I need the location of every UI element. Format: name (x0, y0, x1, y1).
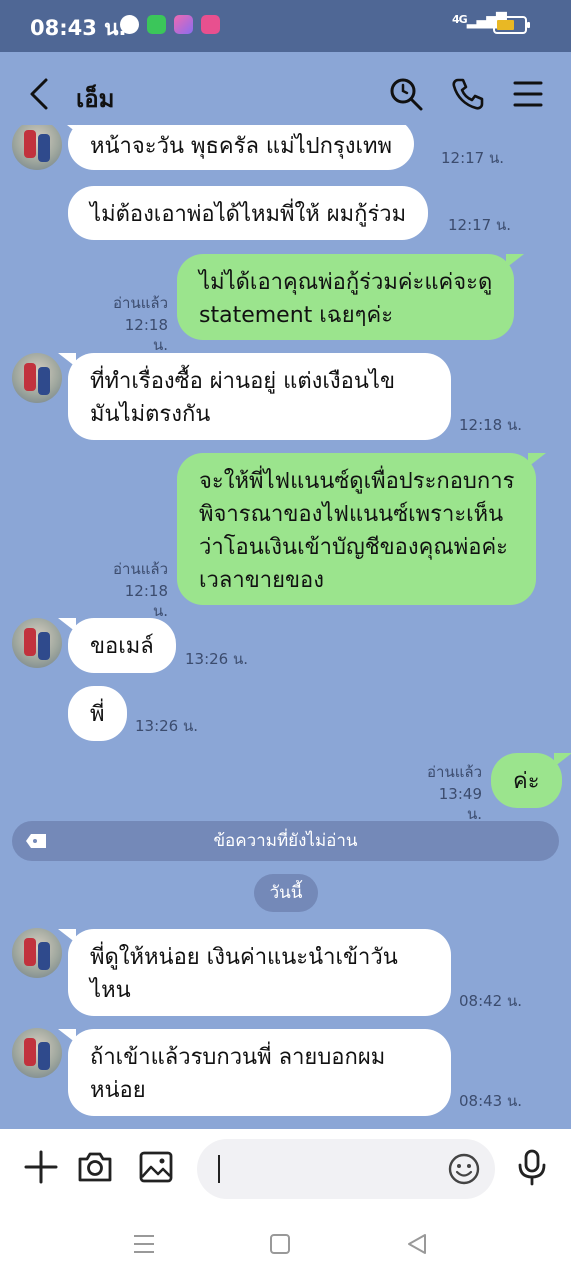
line-notification-icon (120, 15, 139, 34)
shortcut-notification-icon (174, 15, 193, 34)
message-time: 12:18 น. (459, 416, 523, 434)
message-bubble[interactable]: ขอเมล์ (58, 618, 176, 673)
message-time: 08:42 น. (459, 992, 523, 1010)
message-time: 12:18 น. (124, 582, 168, 620)
battery-icon (493, 16, 530, 34)
message-bubble[interactable]: ค่ะ (491, 753, 571, 808)
phone-icon[interactable] (448, 74, 488, 114)
plus-icon[interactable] (21, 1147, 61, 1187)
message-text: statement เฉยๆค่ะ (199, 303, 394, 328)
message-text: จะให้พี่ไฟแนนซ์ดูเพื่อประกอบการ (199, 469, 515, 494)
message-time: 13:26 น. (185, 650, 249, 668)
back-icon[interactable] (22, 74, 58, 114)
message-text: ว่าโอนเงินเข้าบัญชีของคุณพ่อค่ะ (199, 535, 508, 560)
contact-avatar[interactable] (12, 125, 62, 170)
read-receipt: อ่านแล้ว (113, 560, 168, 578)
message-text: ที่ทำเรื่องซื้อ ผ่านอยู่ แต่งเงือนไข (90, 369, 395, 394)
message-time: 12:17 น. (441, 149, 505, 167)
home-icon[interactable] (267, 1231, 293, 1257)
unread-divider: ข้อความที่ยังไม่อ่าน (12, 821, 559, 861)
message-text: ไหน (90, 978, 131, 1003)
message-text-field[interactable] (197, 1139, 495, 1199)
menu-icon[interactable] (507, 74, 547, 114)
status-bar: 08:43 น. 4G▂▄▆█ (0, 0, 571, 52)
network-label: 4G (452, 13, 468, 26)
contact-avatar[interactable] (12, 928, 62, 978)
contact-avatar[interactable] (12, 1028, 62, 1078)
chat-area[interactable]: หน้าจะวัน พุธครัล แม่ไปกรุงเทพ 12:17 น. … (0, 125, 571, 1125)
message-time: 12:17 น. (448, 216, 512, 234)
message-time: 13:26 น. (135, 717, 199, 735)
message-bubble[interactable]: ถ้าเข้าแล้วรบกวนพี่ ลายบอกผม หน่อย (58, 1029, 451, 1116)
message-bubble[interactable]: ไม่ต้องเอาพ่อได้ไหมพี่ให้ ผมกู้ร่วม (68, 186, 429, 240)
message-bubble[interactable]: พี่ดูให้หน่อย เงินค่าแนะนำเข้าวัน ไหน (58, 929, 451, 1016)
message-bubble[interactable]: หน้าจะวัน พุธครัล แม่ไปกรุงเทพ (57, 125, 415, 170)
message-text: ไม่ต้องเอาพ่อได้ไหมพี่ให้ ผมกู้ร่วม (90, 202, 407, 227)
app-notification-icon (147, 15, 166, 34)
read-receipt: อ่านแล้ว (113, 294, 168, 312)
back-nav-icon[interactable] (404, 1231, 430, 1257)
camera-icon[interactable] (75, 1147, 115, 1187)
message-time: 08:43 น. (459, 1092, 523, 1110)
message-text: เวลาขายของ (199, 568, 324, 593)
message-text: มันไม่ตรงกัน (90, 402, 211, 427)
status-time: 08:43 น. (30, 16, 127, 40)
system-navigation-bar (0, 1209, 571, 1280)
message-bubble[interactable]: พี่ (68, 686, 127, 741)
text-cursor (218, 1155, 220, 1183)
message-text: ถ้าเข้าแล้วรบกวนพี่ ลายบอกผม (90, 1045, 386, 1070)
recent-apps-icon[interactable] (131, 1231, 157, 1257)
tag-icon (26, 834, 46, 848)
message-time: 13:49 น. (438, 785, 482, 823)
contact-avatar[interactable] (12, 618, 62, 668)
message-bubble[interactable]: ไม่ได้เอาคุณพ่อกู้ร่วมค่ะแค่จะดู stateme… (177, 254, 525, 340)
message-text: ขอเมล์ (90, 634, 154, 659)
message-text: พี่ดูให้หน่อย เงินค่าแนะนำเข้าวัน (90, 945, 398, 970)
message-text: ค่ะ (513, 769, 540, 794)
message-text: หน้าจะวัน พุธครัล แม่ไปกรุงเทพ (90, 134, 393, 159)
contact-avatar[interactable] (12, 353, 62, 403)
gallery-icon[interactable] (136, 1147, 176, 1187)
message-input[interactable] (217, 1153, 437, 1185)
emoji-icon[interactable] (447, 1152, 481, 1186)
unread-divider-label: ข้อความที่ยังไม่อ่าน (213, 831, 358, 851)
message-input-bar (0, 1129, 571, 1209)
message-text: พี่ (90, 702, 105, 727)
notification-icons (120, 15, 220, 34)
message-bubble[interactable]: ที่ทำเรื่องซื้อ ผ่านอยู่ แต่งเงือนไข มัน… (58, 353, 451, 440)
contact-name[interactable]: เอ็ม (76, 79, 114, 118)
message-text: หน่อย (90, 1078, 146, 1103)
game-notification-icon (201, 15, 220, 34)
search-icon[interactable] (386, 74, 426, 114)
message-bubble[interactable]: จะให้พี่ไฟแนนซ์ดูเพื่อประกอบการ พิจารณาข… (177, 453, 547, 605)
message-time: 12:18 น. (124, 316, 168, 354)
microphone-icon[interactable] (512, 1147, 552, 1187)
read-receipt: อ่านแล้ว (427, 763, 482, 781)
message-text: ไม่ได้เอาคุณพ่อกู้ร่วมค่ะแค่จะดู (199, 270, 493, 295)
date-divider: วันนี้ (254, 874, 318, 912)
message-text: พิจารณาของไฟแนนซ์เพราะเห็น (199, 502, 504, 527)
